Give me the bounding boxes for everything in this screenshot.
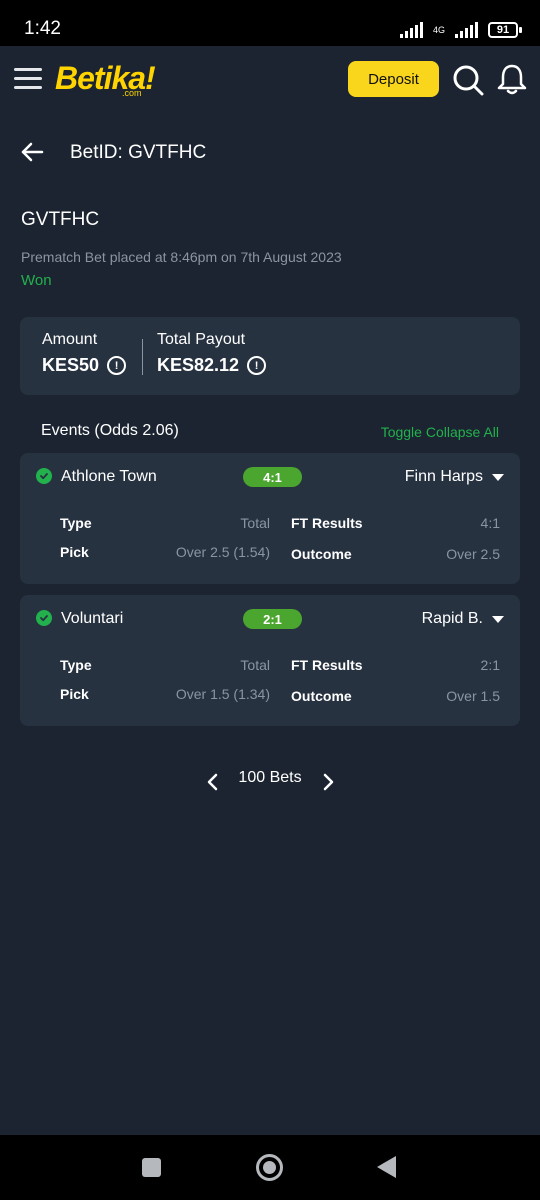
recents-button[interactable]: [142, 1158, 161, 1177]
network-type: 4G: [432, 25, 445, 35]
system-nav-bar: [0, 1135, 540, 1200]
chevron-left-icon[interactable]: [205, 772, 221, 792]
check-circle-icon: [36, 610, 52, 626]
toggle-collapse-all-link[interactable]: Toggle Collapse All: [381, 424, 499, 440]
info-icon[interactable]: !: [107, 356, 127, 375]
outcome-label: Outcome: [291, 546, 352, 562]
pager: 100 Bets: [0, 766, 540, 796]
status-time: 1:42: [24, 18, 61, 39]
outcome-label: Outcome: [291, 688, 352, 704]
event-card[interactable]: Voluntari 2:1 Rapid B. Type Total Pick O…: [20, 595, 520, 726]
bet-code: GVTFHC: [21, 209, 100, 230]
score-badge: 2:1: [243, 609, 302, 629]
hamburger-icon[interactable]: [14, 68, 42, 90]
caret-down-icon[interactable]: [492, 616, 504, 623]
page-title: BetID: GVTFHC: [70, 142, 207, 163]
bet-meta: Prematch Bet placed at 8:46pm on 7th Aug…: [21, 249, 342, 265]
events-heading: Events (Odds 2.06): [41, 422, 179, 439]
battery-icon: 91: [488, 22, 522, 38]
payout-label: Total Payout: [157, 331, 246, 348]
pager-label: 100 Bets: [238, 769, 302, 786]
bet-status: Won: [21, 272, 52, 289]
pick-label: Pick: [60, 686, 89, 702]
type-value: Total: [240, 657, 270, 673]
payout-value: KES82.12: [157, 355, 240, 375]
away-team: Rapid B.: [421, 610, 483, 627]
score-badge: 4:1: [243, 467, 302, 487]
back-arrow-icon[interactable]: [20, 140, 44, 164]
payout-row: KES82.12 !: [157, 355, 267, 376]
type-label: Type: [60, 657, 92, 673]
page-heading: BetID: GVTFHC: [0, 130, 540, 176]
status-bar: 1:42 4G 91: [0, 0, 540, 46]
logo-suffix: .com: [122, 88, 142, 98]
ft-results-label: FT Results: [291, 515, 363, 531]
ft-results-value: 4:1: [480, 515, 500, 531]
outcome-value: Over 1.5: [446, 688, 500, 704]
amount-block: Amount KES50 !: [42, 331, 127, 376]
type-label: Type: [60, 515, 92, 531]
amount-value: KES50: [42, 355, 100, 375]
amount-row: KES50 !: [42, 355, 127, 376]
home-button[interactable]: [256, 1154, 283, 1181]
deposit-button[interactable]: Deposit: [348, 61, 439, 97]
back-button[interactable]: [377, 1156, 396, 1178]
bell-icon[interactable]: [496, 62, 528, 96]
pick-value: Over 2.5 (1.54): [175, 544, 270, 560]
divider: [142, 339, 143, 375]
type-value: Total: [240, 515, 270, 531]
ft-results-value: 2:1: [480, 657, 500, 673]
summary-card: Amount KES50 ! Total Payout KES82.12 !: [20, 317, 520, 395]
payout-block: Total Payout KES82.12 !: [157, 331, 267, 376]
home-team: Voluntari: [61, 610, 124, 627]
pick-value: Over 1.5 (1.34): [175, 686, 270, 702]
home-team: Athlone Town: [61, 468, 157, 485]
outcome-value: Over 2.5: [446, 546, 500, 562]
check-circle-icon: [36, 468, 52, 484]
amount-label: Amount: [42, 331, 98, 348]
event-card[interactable]: Athlone Town 4:1 Finn Harps Type Total P…: [20, 453, 520, 584]
app-header: Betika! .com Deposit: [0, 46, 540, 112]
away-team: Finn Harps: [404, 468, 483, 485]
status-icons: 4G 91: [399, 20, 522, 40]
signal-icon-2: [455, 22, 478, 38]
signal-icon: [399, 22, 423, 38]
info-icon[interactable]: !: [247, 356, 267, 375]
pick-label: Pick: [60, 544, 89, 560]
caret-down-icon[interactable]: [492, 474, 504, 481]
chevron-right-icon[interactable]: [320, 772, 336, 792]
ft-results-label: FT Results: [291, 657, 363, 673]
search-icon[interactable]: [452, 64, 484, 96]
